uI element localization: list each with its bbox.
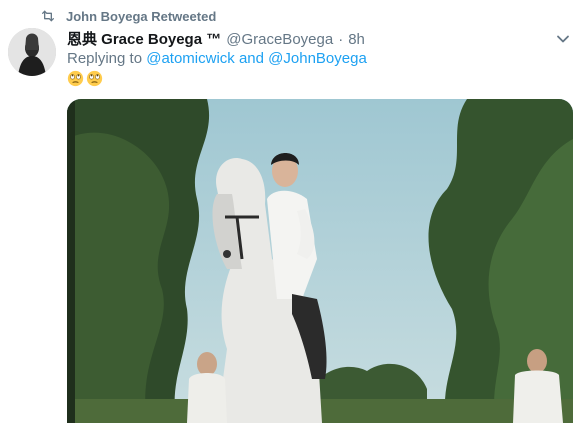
separator-dot: · — [338, 31, 344, 48]
rolling-eyes-emoji-icon — [67, 70, 84, 87]
tweet[interactable]: John Boyega Retweeted 恩典 Grace Boyega ™ … — [0, 0, 582, 423]
retweet-context: John Boyega Retweeted — [40, 8, 216, 24]
mention-atomicwick[interactable]: @atomicwick — [146, 50, 235, 67]
replying-prefix: Replying to — [67, 50, 143, 67]
video-thumbnail-image — [67, 99, 573, 423]
retweet-icon — [40, 8, 56, 24]
tweet-text — [67, 70, 103, 87]
display-name[interactable]: 恩典 Grace Boyega ™ — [67, 28, 221, 49]
timestamp[interactable]: 8h — [348, 31, 365, 48]
tweet-header: 恩典 Grace Boyega ™ @GraceBoyega · 8h — [67, 28, 542, 49]
avatar[interactable] — [8, 28, 56, 76]
tweet-video[interactable] — [67, 99, 573, 423]
mention-conjunction: and — [238, 50, 264, 67]
replying-to: Replying to @atomicwick and @JohnBoyega — [67, 50, 367, 67]
rolling-eyes-emoji-icon — [86, 70, 103, 87]
mention-johnboyega[interactable]: @JohnBoyega — [268, 50, 367, 67]
chevron-down-icon[interactable] — [554, 30, 572, 48]
retweet-label[interactable]: John Boyega Retweeted — [66, 9, 216, 24]
user-handle[interactable]: @GraceBoyega — [226, 31, 333, 48]
